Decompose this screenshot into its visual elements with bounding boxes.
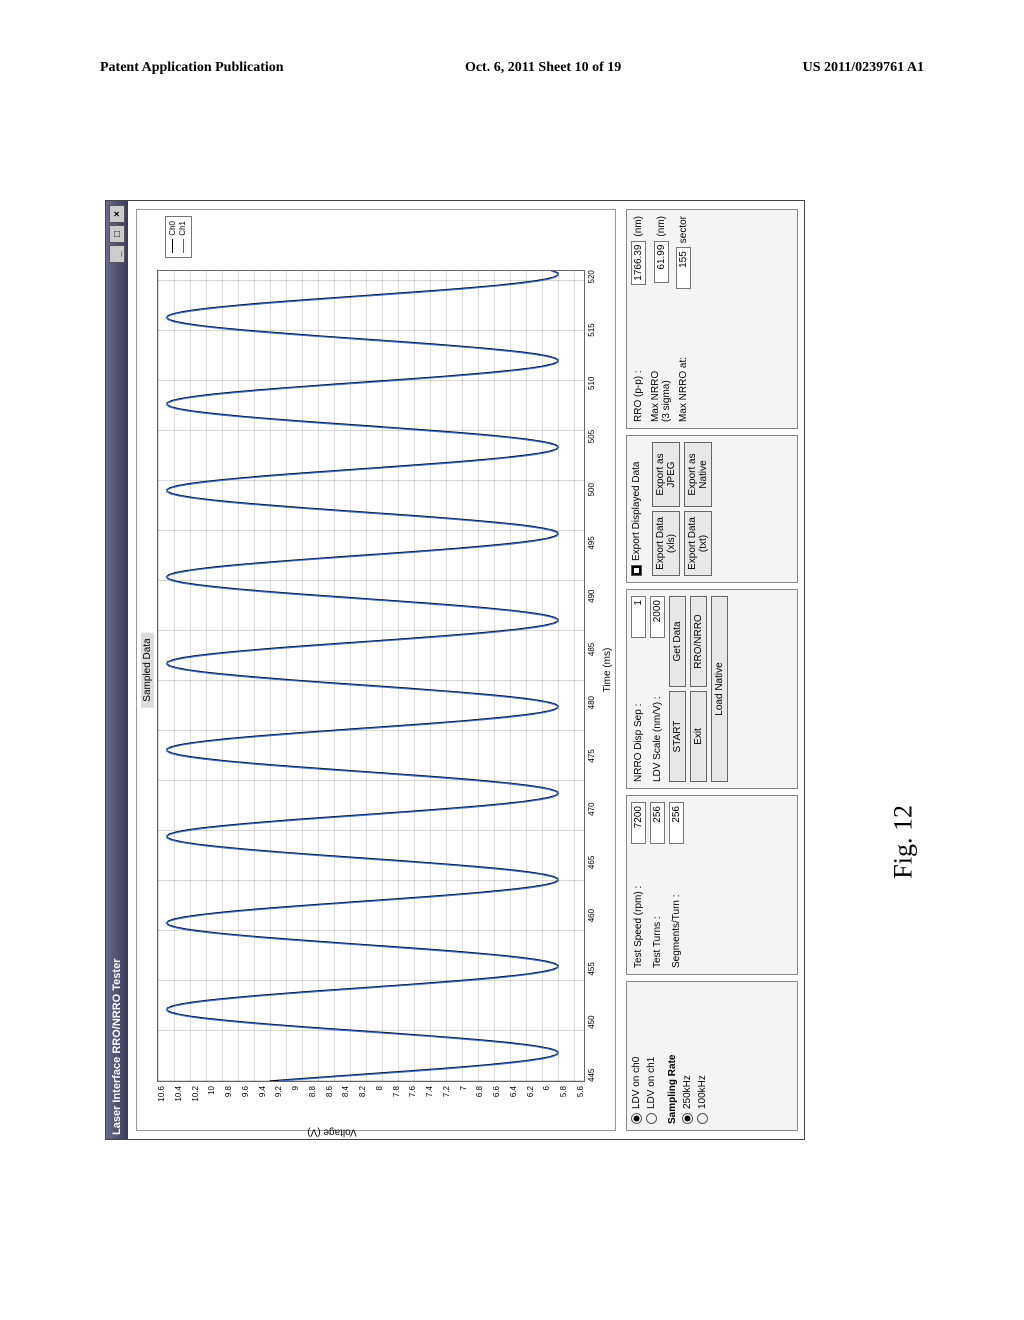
max-nrro-at-value: 155 bbox=[676, 247, 691, 289]
radio-rate-100[interactable]: 100kHz bbox=[697, 988, 708, 1124]
segments-label: Segments/Turn : bbox=[671, 848, 682, 968]
x-axis-ticks: 4454504554604654704754804854904955005055… bbox=[587, 270, 599, 1082]
plot-title: Sampled Data bbox=[141, 632, 154, 707]
test-turns-label: Test Turns : bbox=[652, 848, 663, 968]
figure-caption: Fig. 12 bbox=[889, 805, 919, 879]
x-axis-label: Time (ms) bbox=[602, 648, 613, 693]
panel-results: RRO (p-p) : 1766.39 (nm) Max NRRO (3 sig… bbox=[626, 209, 798, 429]
close-icon[interactable]: × bbox=[109, 205, 125, 223]
get-data-button[interactable]: Get Data bbox=[669, 596, 686, 687]
max-nrro-at-label: Max NRRO at: bbox=[678, 293, 689, 422]
max-nrro-at-unit: sector bbox=[678, 216, 689, 243]
start-button[interactable]: START bbox=[669, 691, 686, 782]
y-axis-ticks: 10.610.410.2109.89.69.49.298.88.68.48.28… bbox=[157, 1086, 585, 1116]
plot-canvas bbox=[157, 270, 585, 1082]
nrro-sep-label: NRRO Disp Sep : bbox=[633, 642, 644, 782]
load-native-button[interactable]: Load Native bbox=[711, 596, 728, 782]
export-txt-button[interactable]: Export Data (txt) bbox=[684, 511, 712, 576]
rro-pp-unit: (nm) bbox=[633, 216, 644, 237]
panel-test: Test Speed (rpm) : 7200 Test Turns : 256… bbox=[626, 795, 798, 975]
legend-ch1: Ch1 bbox=[178, 221, 187, 236]
export-native-button[interactable]: Export as Native bbox=[684, 442, 712, 507]
export-displayed-check[interactable]: Export Displayed Data bbox=[631, 442, 642, 576]
minimize-icon[interactable]: _ bbox=[109, 245, 125, 263]
exit-button[interactable]: Exit bbox=[690, 691, 707, 782]
radio-rate-250[interactable]: 250kHz bbox=[682, 988, 693, 1124]
max-nrro-unit: (nm) bbox=[656, 216, 667, 237]
export-jpeg-button[interactable]: Export as JPEG bbox=[652, 442, 680, 507]
rro-pp-value: 1766.39 bbox=[631, 241, 646, 285]
ldv-scale-label: LDV Scale (nm/V) : bbox=[652, 642, 663, 782]
panel-ldv: LDV on ch0 LDV on ch1 Sampling Rate 250k… bbox=[626, 981, 798, 1131]
titlebar: Laser Interface RRO/NRRO Tester _ □ × bbox=[106, 201, 128, 1139]
panel-display: NRRO Disp Sep : 1 LDV Scale (nm/V) : 200… bbox=[626, 589, 798, 789]
rro-pp-label: RRO (p-p) : bbox=[633, 289, 644, 422]
test-turns-value[interactable]: 256 bbox=[650, 802, 665, 844]
window-title: Laser Interface RRO/NRRO Tester bbox=[111, 959, 123, 1135]
nrro-sep-value[interactable]: 1 bbox=[631, 596, 646, 638]
sampling-rate-label: Sampling Rate bbox=[667, 988, 678, 1124]
radio-ldv-ch1[interactable]: LDV on ch1 bbox=[646, 988, 657, 1124]
export-xls-button[interactable]: Export Data (xls) bbox=[652, 511, 680, 576]
max-nrro-value: 61.99 bbox=[654, 241, 669, 283]
app-window: Laser Interface RRO/NRRO Tester _ □ × Sa… bbox=[105, 200, 805, 1140]
legend-ch0: Ch0 bbox=[168, 221, 177, 236]
header-left: Patent Application Publication bbox=[100, 60, 284, 76]
maximize-icon[interactable]: □ bbox=[109, 225, 125, 243]
segments-value[interactable]: 256 bbox=[669, 802, 684, 844]
plot-region: Sampled Data Voltage (V) Time (ms) 10.61… bbox=[136, 209, 616, 1131]
y-axis-label: Voltage (V) bbox=[307, 1127, 356, 1138]
rro-nrro-button[interactable]: RRO/NRRO bbox=[690, 596, 707, 687]
test-speed-label: Test Speed (rpm) : bbox=[633, 848, 644, 968]
waveform bbox=[158, 271, 584, 1081]
page-header: Patent Application Publication Oct. 6, 2… bbox=[100, 60, 924, 76]
radio-ldv-ch0[interactable]: LDV on ch0 bbox=[631, 988, 642, 1124]
legend: Ch0 Ch1 bbox=[165, 216, 192, 258]
max-nrro-label: Max NRRO (3 sigma) bbox=[650, 287, 672, 422]
panel-export: Export Displayed Data Export Data (xls) … bbox=[626, 435, 798, 583]
header-right: US 2011/0239761 A1 bbox=[803, 60, 924, 76]
controls: LDV on ch0 LDV on ch1 Sampling Rate 250k… bbox=[626, 209, 798, 1131]
test-speed-value[interactable]: 7200 bbox=[631, 802, 646, 844]
header-center: Oct. 6, 2011 Sheet 10 of 19 bbox=[465, 60, 621, 76]
ldv-scale-value[interactable]: 2000 bbox=[650, 596, 665, 638]
